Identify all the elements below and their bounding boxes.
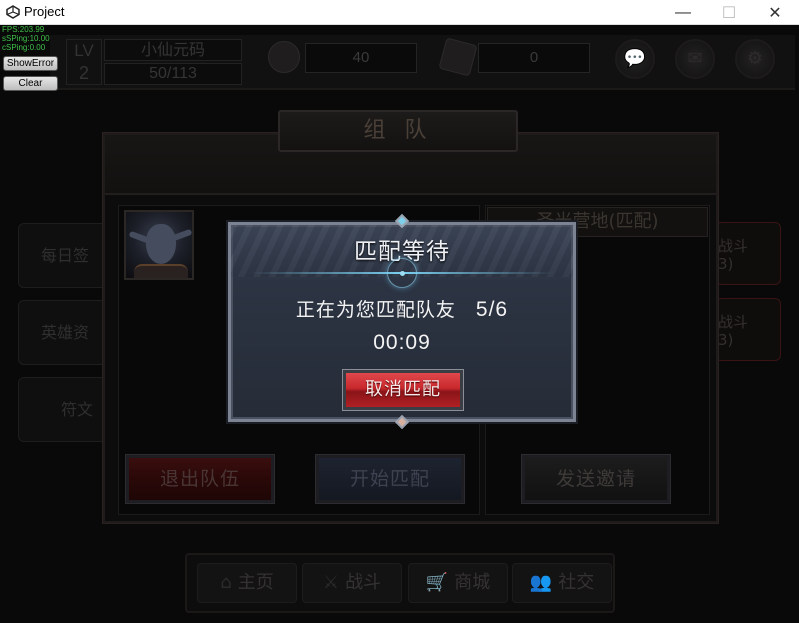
nav-label: 社交 bbox=[558, 572, 595, 593]
settings-button[interactable]: ⚙ bbox=[735, 39, 775, 79]
chat-button[interactable]: 💬 bbox=[615, 39, 655, 79]
right-menu-label: 战斗 bbox=[718, 237, 749, 255]
fps-readout: FPS:203.99 bbox=[2, 25, 45, 34]
window-title: Project bbox=[24, 4, 65, 19]
match-player-count: 5/6 bbox=[475, 298, 509, 321]
player-level: 2 bbox=[78, 63, 89, 83]
nav-battle[interactable]: ⚔ 战斗 bbox=[302, 563, 402, 603]
leave-team-button[interactable]: 退出队伍 bbox=[125, 454, 275, 504]
match-timer: 00:09 bbox=[373, 331, 431, 354]
mail-button[interactable]: ✉ bbox=[675, 39, 715, 79]
gear-icon: ⚙ bbox=[746, 48, 764, 69]
unity-logo-icon bbox=[6, 5, 20, 19]
player-exp: 50/113 bbox=[104, 63, 242, 85]
coin-icon bbox=[268, 41, 300, 73]
match-status-text: 正在为您匹配队友 bbox=[295, 299, 456, 321]
maximize-button[interactable]: ☐ bbox=[706, 0, 752, 25]
nav-home[interactable]: ⌂ 主页 bbox=[197, 563, 297, 603]
close-icon: ✕ bbox=[768, 4, 782, 22]
nav-shop[interactable]: 🛒 商城 bbox=[408, 563, 508, 603]
game-viewport: FPS:203.99 sSPing:10.00 cSPing:0.00 Show… bbox=[0, 25, 799, 623]
right-menu-battle-2[interactable]: 战斗 3) bbox=[715, 298, 781, 361]
home-icon: ⌂ bbox=[220, 572, 232, 593]
clear-button[interactable]: Clear bbox=[3, 76, 58, 91]
crossed-swords-icon: ⚔ bbox=[322, 572, 340, 593]
start-match-button[interactable]: 开始匹配 bbox=[315, 454, 465, 504]
player-name: 小仙元码 bbox=[104, 39, 242, 61]
maximize-icon: ☐ bbox=[721, 4, 737, 22]
server-ping-readout: sSPing:10.00 bbox=[2, 34, 50, 43]
right-menu-sub: 3) bbox=[718, 331, 734, 349]
side-menu-daily-signin[interactable]: 每日签 bbox=[18, 223, 113, 288]
match-waiting-dialog: 匹配等待 正在为您匹配队友 5/6 00:09 取消匹配 bbox=[228, 213, 576, 430]
match-status: 正在为您匹配队友 5/6 bbox=[231, 295, 573, 322]
level-label: LV bbox=[74, 41, 94, 60]
nav-label: 商城 bbox=[454, 572, 491, 593]
gem-count: 0 bbox=[478, 43, 590, 73]
close-button[interactable]: ✕ bbox=[752, 0, 798, 25]
right-menu-label: 战斗 bbox=[718, 313, 749, 331]
player-level-box: LV 2 bbox=[66, 39, 102, 85]
right-menu-battle-1[interactable]: 战斗 3) bbox=[715, 222, 781, 285]
shopping-cart-icon: 🛒 bbox=[425, 572, 449, 593]
client-ping-readout: cSPing:0.00 bbox=[2, 43, 46, 52]
side-menu-hero-info[interactable]: 英雄资 bbox=[18, 300, 113, 365]
team-panel-title: 组 队 bbox=[278, 110, 518, 152]
member-avatar[interactable] bbox=[124, 210, 194, 280]
minimize-button[interactable]: — bbox=[660, 0, 706, 25]
side-menu-runes[interactable]: 符文 bbox=[18, 377, 113, 442]
send-invite-button[interactable]: 发送邀请 bbox=[521, 454, 671, 504]
nav-label: 主页 bbox=[237, 572, 274, 593]
minimize-icon: — bbox=[675, 3, 691, 21]
show-error-button[interactable]: ShowError bbox=[3, 56, 58, 71]
avatar-armor bbox=[134, 264, 188, 278]
chat-icon: 💬 bbox=[623, 48, 647, 69]
nav-social[interactable]: 👥 社交 bbox=[512, 563, 612, 603]
users-icon: 👥 bbox=[529, 572, 553, 593]
debug-stats: FPS:203.99 sSPing:10.00 cSPing:0.00 bbox=[2, 25, 50, 52]
avatar-face bbox=[146, 224, 176, 264]
loading-orb-icon bbox=[387, 258, 417, 288]
cancel-match-button[interactable]: 取消匹配 bbox=[342, 369, 464, 411]
mail-icon: ✉ bbox=[687, 48, 703, 69]
window-titlebar: Project — ☐ ✕ bbox=[0, 0, 799, 25]
coin-count: 40 bbox=[305, 43, 417, 73]
right-menu-sub: 3) bbox=[718, 255, 734, 273]
nav-label: 战斗 bbox=[345, 572, 382, 593]
